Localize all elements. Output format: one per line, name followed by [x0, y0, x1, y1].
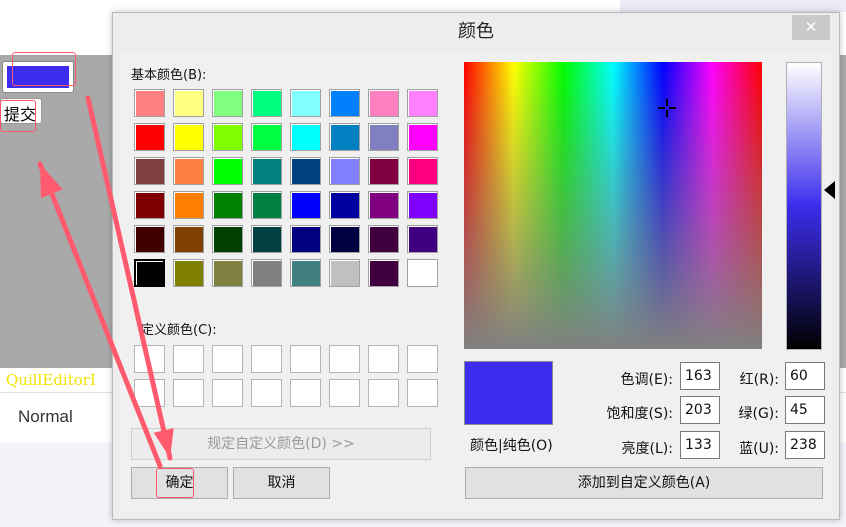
custom-color-swatch[interactable]: [329, 345, 360, 373]
dialog-title: 颜色: [458, 21, 494, 42]
luminance-slider[interactable]: [786, 62, 822, 350]
add-to-custom-colors-button[interactable]: 添加到自定义颜色(A): [465, 467, 823, 499]
basic-color-swatch[interactable]: [329, 259, 360, 287]
custom-color-swatch[interactable]: [212, 345, 243, 373]
basic-color-swatch[interactable]: [329, 225, 360, 253]
basic-color-swatch[interactable]: [134, 157, 165, 185]
basic-color-swatch[interactable]: [134, 89, 165, 117]
custom-color-swatch[interactable]: [407, 379, 438, 407]
basic-color-swatch[interactable]: [173, 259, 204, 287]
custom-color-swatch[interactable]: [173, 345, 204, 373]
preview-label: 颜色|纯色(O): [470, 438, 553, 454]
basic-color-swatch[interactable]: [212, 191, 243, 219]
red-label: 红(R):: [739, 372, 779, 388]
basic-color-swatch[interactable]: [368, 157, 399, 185]
basic-color-swatch[interactable]: [407, 191, 438, 219]
basic-color-swatch[interactable]: [173, 89, 204, 117]
basic-color-swatch[interactable]: [173, 123, 204, 151]
basic-color-swatch[interactable]: [251, 225, 282, 253]
color-spectrum[interactable]: [464, 62, 762, 349]
custom-color-swatch[interactable]: [368, 379, 399, 407]
basic-color-swatch[interactable]: [251, 89, 282, 117]
luminance-label: 亮度(L):: [621, 441, 673, 457]
crosshair-icon: [658, 99, 676, 117]
basic-color-swatch[interactable]: [212, 89, 243, 117]
basic-color-swatch[interactable]: [173, 191, 204, 219]
basic-color-swatch[interactable]: [212, 157, 243, 185]
custom-color-swatch[interactable]: [290, 345, 321, 373]
highlight-ok-button: [156, 468, 194, 498]
highlight-submit-button: [0, 100, 36, 132]
define-custom-colors-button[interactable]: 规定自定义颜色(D) >>: [131, 428, 431, 460]
custom-color-swatch[interactable]: [212, 379, 243, 407]
dialog-body: 基本颜色(B): 定义颜色(C): 规定自定义颜色(D) >> 确定 取消 颜色…: [119, 51, 835, 515]
basic-color-swatch[interactable]: [368, 123, 399, 151]
basic-color-swatch[interactable]: [407, 225, 438, 253]
basic-color-swatch[interactable]: [290, 89, 321, 117]
custom-colors-grid: [134, 345, 438, 407]
basic-color-swatch[interactable]: [290, 225, 321, 253]
blue-label: 蓝(U):: [739, 441, 779, 457]
basic-color-swatch[interactable]: [329, 123, 360, 151]
basic-color-swatch[interactable]: [407, 157, 438, 185]
editor-label: QuillEditorI: [6, 371, 96, 389]
page-top-strip: [620, 0, 846, 12]
custom-color-swatch[interactable]: [134, 345, 165, 373]
basic-color-swatch[interactable]: [134, 225, 165, 253]
custom-color-swatch[interactable]: [251, 345, 282, 373]
luminance-field[interactable]: 133: [680, 431, 720, 459]
cancel-button[interactable]: 取消: [233, 467, 330, 499]
custom-color-swatch[interactable]: [407, 345, 438, 373]
basic-color-swatch[interactable]: [134, 123, 165, 151]
basic-color-swatch[interactable]: [251, 123, 282, 151]
basic-color-swatch[interactable]: [290, 191, 321, 219]
basic-color-swatch[interactable]: [173, 225, 204, 253]
custom-color-swatch[interactable]: [329, 379, 360, 407]
basic-color-swatch[interactable]: [251, 191, 282, 219]
basic-color-swatch[interactable]: [134, 191, 165, 219]
hue-field[interactable]: 163: [680, 362, 720, 390]
basic-colors-grid: [134, 89, 438, 287]
format-select[interactable]: Normal: [18, 407, 73, 427]
highlight-color-button: [12, 52, 76, 86]
basic-color-swatch[interactable]: [329, 157, 360, 185]
luminance-arrow-icon[interactable]: [824, 181, 835, 200]
green-field[interactable]: 45: [785, 396, 825, 424]
basic-color-swatch[interactable]: [290, 123, 321, 151]
basic-color-swatch[interactable]: [368, 259, 399, 287]
basic-color-swatch[interactable]: [251, 157, 282, 185]
basic-color-swatch[interactable]: [407, 89, 438, 117]
basic-color-swatch[interactable]: [368, 225, 399, 253]
green-label: 绿(G):: [738, 406, 780, 422]
basic-color-swatch[interactable]: [212, 123, 243, 151]
basic-color-swatch[interactable]: [329, 191, 360, 219]
red-field[interactable]: 60: [785, 362, 825, 390]
basic-colors-label: 基本颜色(B):: [131, 68, 207, 83]
basic-color-swatch[interactable]: [290, 157, 321, 185]
close-icon[interactable]: ✕: [792, 15, 830, 40]
basic-color-swatch[interactable]: [251, 259, 282, 287]
color-dialog: 颜色 ✕ 基本颜色(B): 定义颜色(C): 规定自定义颜色(D) >> 确定 …: [112, 12, 840, 520]
basic-color-swatch[interactable]: [290, 259, 321, 287]
basic-color-swatch[interactable]: [134, 259, 165, 287]
custom-color-swatch[interactable]: [290, 379, 321, 407]
blue-field[interactable]: 238: [785, 431, 825, 459]
saturation-label: 饱和度(S):: [606, 406, 673, 422]
basic-color-swatch[interactable]: [212, 259, 243, 287]
basic-color-swatch[interactable]: [173, 157, 204, 185]
custom-color-swatch[interactable]: [368, 345, 399, 373]
basic-color-swatch[interactable]: [212, 225, 243, 253]
hue-label: 色调(E):: [620, 372, 674, 388]
basic-color-swatch[interactable]: [407, 259, 438, 287]
saturation-field[interactable]: 203: [680, 396, 720, 424]
basic-color-swatch[interactable]: [368, 89, 399, 117]
basic-color-swatch[interactable]: [368, 191, 399, 219]
custom-color-swatch[interactable]: [173, 379, 204, 407]
custom-color-swatch[interactable]: [251, 379, 282, 407]
color-preview: [464, 361, 553, 425]
custom-color-swatch[interactable]: [134, 379, 165, 407]
custom-colors-label: 定义颜色(C):: [141, 323, 217, 338]
basic-color-swatch[interactable]: [329, 89, 360, 117]
basic-color-swatch[interactable]: [407, 123, 438, 151]
